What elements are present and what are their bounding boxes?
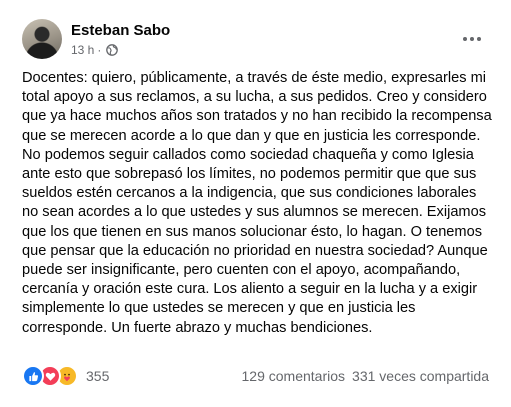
more-dot: [477, 37, 481, 41]
more-options-icon[interactable]: [457, 27, 487, 51]
author-name[interactable]: Esteban Sabo: [71, 22, 170, 39]
shares-count[interactable]: 331 veces compartida: [352, 368, 489, 384]
more-dot: [463, 37, 467, 41]
post-stats-bar: 355 129 comentarios 331 veces compartida: [22, 365, 489, 387]
meta-separator: ·: [97, 43, 102, 57]
engagement-stats: 129 comentarios 331 veces compartida: [242, 368, 489, 384]
reaction-count[interactable]: 355: [86, 368, 109, 384]
reactions-summary[interactable]: [22, 365, 78, 387]
comments-count[interactable]: 129 comentarios: [242, 368, 346, 384]
post-card: Esteban Sabo 13 h · Docentes: quiero, pú…: [0, 0, 511, 407]
more-dot: [470, 37, 474, 41]
post-meta: 13 h ·: [71, 43, 119, 57]
globe-icon[interactable]: [106, 44, 119, 56]
post-timestamp[interactable]: 13 h: [71, 43, 94, 57]
like-icon: [22, 365, 44, 387]
post-body: Docentes: quiero, públicamente, a través…: [22, 70, 492, 336]
avatar[interactable]: [22, 19, 62, 59]
post-header: Esteban Sabo 13 h ·: [22, 19, 497, 61]
